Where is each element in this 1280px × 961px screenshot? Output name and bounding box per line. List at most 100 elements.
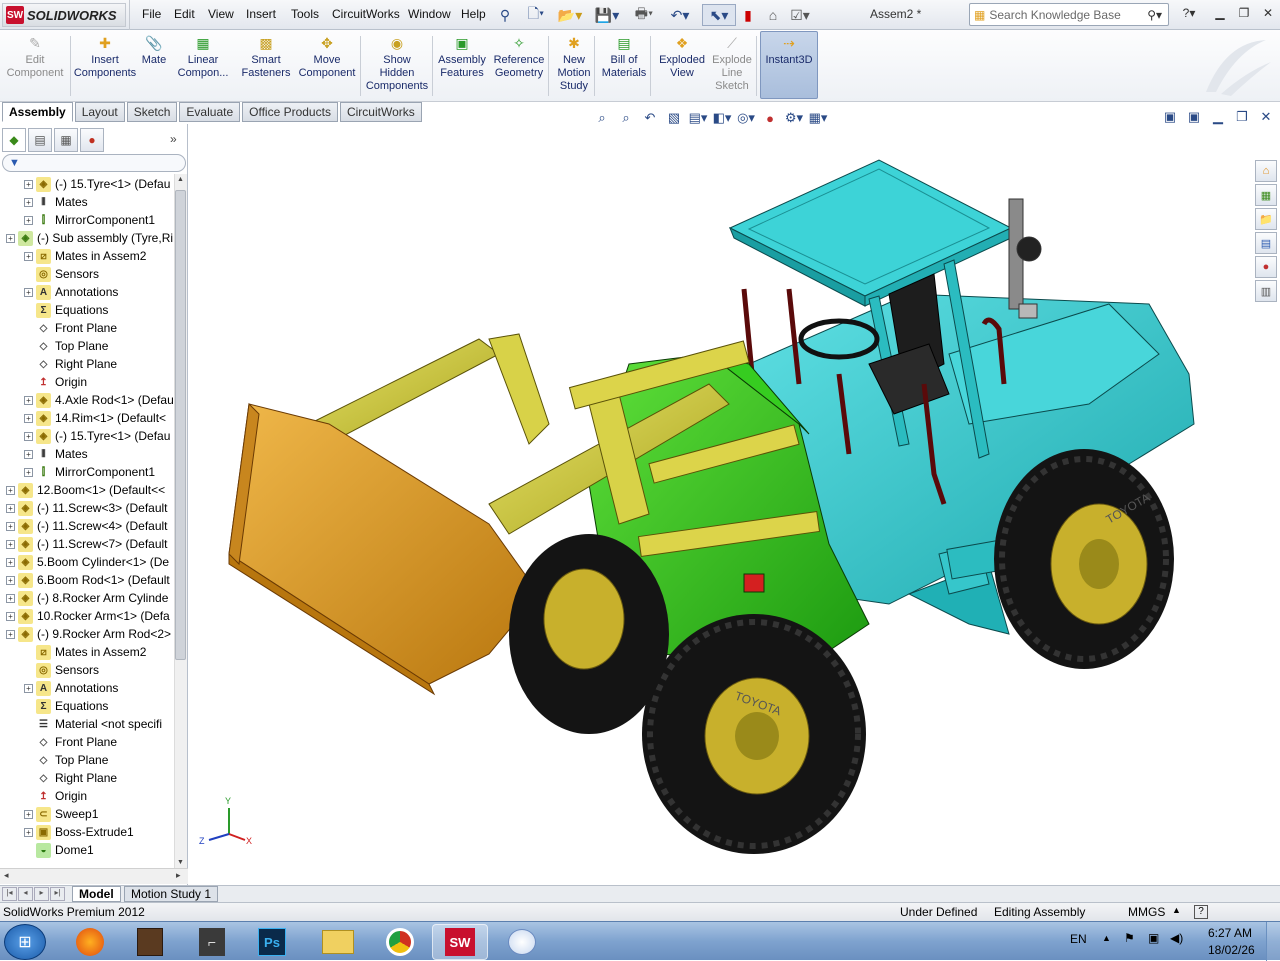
viewport-maximize-icon[interactable]: ❐ <box>1232 108 1252 126</box>
tree-node[interactable]: ◇ Front Plane <box>24 319 117 337</box>
viewport-close-icon[interactable]: ✕ <box>1256 108 1276 126</box>
tree-node[interactable]: ↥ Origin <box>24 787 87 805</box>
tab-motion-study[interactable]: Motion Study 1 <box>124 886 219 902</box>
menu-help[interactable]: Help <box>461 7 486 21</box>
tab-circuitworks[interactable]: CircuitWorks <box>339 102 422 122</box>
tree-node[interactable]: + ◈ 12.Boom<1> (Default<< <box>6 481 165 499</box>
tree-node[interactable]: ↥ Origin <box>24 373 87 391</box>
menu-window[interactable]: Window <box>408 7 451 21</box>
rebuild-icon[interactable]: ▮ <box>740 4 756 26</box>
tab-scroll-arrows[interactable]: |◂ ◂ ▸ ▸| <box>2 887 65 901</box>
tool-edit-component[interactable]: ✎ Edit Component <box>2 34 68 80</box>
apply-scene-icon[interactable]: ⚙▾ <box>784 109 804 127</box>
tool-insert-components[interactable]: ✚ Insert Components <box>74 34 136 80</box>
menu-circuitworks[interactable]: CircuitWorks <box>332 7 400 21</box>
expand-toggle-icon[interactable]: + <box>24 431 33 441</box>
view-settings-icon[interactable]: ▦▾ <box>808 109 828 127</box>
print-icon[interactable]: 🖶▾ <box>630 4 658 26</box>
previous-view-icon[interactable]: ↶ <box>640 109 660 127</box>
expand-toggle-icon[interactable]: + <box>24 683 33 693</box>
help-icon[interactable]: ?▾ <box>1176 4 1202 22</box>
status-help-icon[interactable]: ? <box>1194 905 1208 919</box>
expand-toggle-icon[interactable]: + <box>6 629 15 639</box>
design-library-icon[interactable]: ▦ <box>1255 184 1277 206</box>
search-icon[interactable]: ⚲▾ <box>1147 8 1162 22</box>
view-orientation-icon[interactable]: ▤▾ <box>688 109 708 127</box>
tree-node[interactable]: + ◈ (-) Sub assembly (Tyre,Ri <box>6 229 173 247</box>
close-icon[interactable]: ✕ <box>1258 4 1278 22</box>
tree-node[interactable]: ◇ Front Plane <box>24 733 117 751</box>
menu-tools[interactable]: Tools <box>291 7 319 21</box>
action-center-icon[interactable]: ⚑ <box>1124 931 1135 945</box>
tree-node[interactable]: + ◈ (-) 11.Screw<4> (Default <box>6 517 168 535</box>
display-style-icon[interactable]: ◧▾ <box>712 109 732 127</box>
paint-icon[interactable] <box>494 924 550 960</box>
tree-node[interactable]: + ▣ Boss-Extrude1 <box>24 823 134 841</box>
expand-toggle-icon[interactable]: + <box>24 197 33 207</box>
appearances-icon[interactable]: ● <box>1255 256 1277 278</box>
tree-filter[interactable]: ▼ <box>2 154 186 172</box>
tool-mate[interactable]: 📎 Mate <box>138 34 170 67</box>
tree-node[interactable]: Σ Equations <box>24 697 108 715</box>
zoom-to-fit-icon[interactable]: ⌕ <box>592 109 612 127</box>
search-knowledge-base[interactable]: ▦ Search Knowledge Base ⚲▾ <box>969 3 1169 26</box>
expand-toggle-icon[interactable]: + <box>24 467 33 477</box>
file-explorer-icon[interactable]: 📁 <box>1255 208 1277 230</box>
tool-motion-study[interactable]: ✱ New Motion Study <box>553 34 595 93</box>
display-manager-tab-icon[interactable]: ● <box>80 128 104 152</box>
tree-node[interactable]: + ◈ (-) 11.Screw<7> (Default <box>6 535 168 553</box>
tree-node[interactable]: + ◈ 5.Boom Cylinder<1> (De <box>6 553 169 571</box>
graphics-area[interactable]: TOYOTA TOYOTA Y X Z <box>189 124 1280 885</box>
menu-insert[interactable]: Insert <box>246 7 276 21</box>
configuration-tab-icon[interactable]: ▦ <box>54 128 78 152</box>
custom-properties-icon[interactable]: ▥ <box>1255 280 1277 302</box>
expand-toggle-icon[interactable]: + <box>6 539 15 549</box>
tree-node[interactable]: ⧄ Mates in Assem2 <box>24 643 146 661</box>
network-icon[interactable]: ▣ <box>1148 931 1159 945</box>
expand-toggle-icon[interactable]: + <box>6 521 15 531</box>
start-button-icon[interactable]: ⊞ <box>4 924 46 960</box>
tree-node[interactable]: + ⫿ MirrorComponent1 <box>24 211 155 229</box>
tool-explode-line[interactable]: ⟋ Explode Line Sketch <box>708 34 756 93</box>
pin-icon[interactable]: ⚲ <box>496 4 514 26</box>
expand-toggle-icon[interactable]: + <box>24 395 33 405</box>
volume-icon[interactable]: ◀) <box>1170 931 1183 945</box>
expand-toggle-icon[interactable]: + <box>6 485 15 495</box>
viewport-restore-icon[interactable]: ▣ <box>1184 108 1204 126</box>
options-icon[interactable]: ☑▾ <box>786 4 814 26</box>
tree-node[interactable]: ◇ Top Plane <box>24 751 108 769</box>
expand-toggle-icon[interactable]: + <box>24 809 33 819</box>
maximize-icon[interactable]: ❐ <box>1234 4 1254 22</box>
save-icon[interactable]: 💾▾ <box>593 4 621 26</box>
tree-node[interactable]: + ◈ 6.Boom Rod<1> (Default <box>6 571 170 589</box>
expand-toggle-icon[interactable]: + <box>24 251 33 261</box>
expand-toggle-icon[interactable]: + <box>24 287 33 297</box>
expand-toggle-icon[interactable]: + <box>6 575 15 585</box>
expand-toggle-icon[interactable]: + <box>24 449 33 459</box>
expand-toggle-icon[interactable]: + <box>6 557 15 567</box>
expand-toggle-icon[interactable]: + <box>6 233 15 243</box>
tree-node[interactable]: Σ Equations <box>24 301 108 319</box>
menu-edit[interactable]: Edit <box>174 7 195 21</box>
tool-smart-fasteners[interactable]: ▩ Smart Fasteners <box>238 34 294 80</box>
tree-node[interactable]: + ⊂ Sweep1 <box>24 805 98 823</box>
tree-node[interactable]: + ◈ (-) 15.Tyre<1> (Defau <box>24 175 170 193</box>
tree-horizontal-scrollbar[interactable]: ◂ ▸ <box>0 868 188 884</box>
tree-node[interactable]: ◒ Dome1 <box>24 841 94 859</box>
language-indicator[interactable]: EN <box>1070 932 1087 946</box>
feature-tree-tab-icon[interactable]: ◆ <box>2 128 26 152</box>
expand-toggle-icon[interactable]: + <box>6 611 15 621</box>
tool-linear-pattern[interactable]: ▦ Linear Compon... <box>172 34 234 80</box>
tree-node[interactable]: ◎ Sensors <box>24 661 99 679</box>
status-units[interactable]: MMGS <box>1128 905 1165 919</box>
solidworks-taskbar-icon[interactable]: SW <box>432 924 488 960</box>
photoshop-icon[interactable]: Ps <box>244 924 300 960</box>
units-up-icon[interactable]: ▲ <box>1172 905 1181 915</box>
open-icon[interactable]: 📂▾ <box>556 4 584 26</box>
tool-move-component[interactable]: ✥ Move Component <box>296 34 358 80</box>
expand-toggle-icon[interactable]: + <box>24 827 33 837</box>
tree-node[interactable]: + ◈ 4.Axle Rod<1> (Defau <box>24 391 174 409</box>
tool-show-hidden[interactable]: ◉ Show Hidden Components <box>362 34 432 93</box>
expand-toggle-icon[interactable]: + <box>24 215 33 225</box>
menu-view[interactable]: View <box>208 7 234 21</box>
